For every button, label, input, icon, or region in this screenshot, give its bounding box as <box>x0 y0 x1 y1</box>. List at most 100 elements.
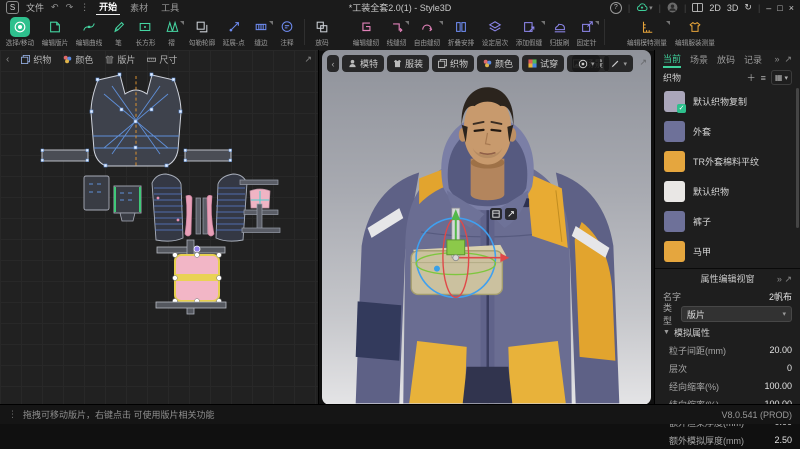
menu-tab-material[interactable]: 素材 <box>127 0 151 15</box>
tool-pen[interactable]: 笔 <box>106 16 132 48</box>
grading-icon <box>312 17 332 37</box>
fabric-icon <box>438 59 447 68</box>
menu-tab-tools[interactable]: 工具 <box>158 0 182 15</box>
list-item[interactable]: 默认织物 <box>662 178 792 204</box>
menu-tab-start[interactable]: 开始 <box>96 0 120 16</box>
tool-iron-brush[interactable]: 归拔刷 <box>546 16 573 48</box>
help-icon[interactable]: ? <box>610 2 622 14</box>
section-caret-icon[interactable]: ▼ <box>663 329 670 336</box>
scrollbar[interactable] <box>796 88 799 228</box>
collapse-viewport-icon[interactable]: ‹ <box>327 55 339 72</box>
collapse-left-icon[interactable]: ‹ <box>6 54 9 65</box>
close-button[interactable]: × <box>789 3 794 13</box>
name-value[interactable]: 2帆布 <box>769 290 792 303</box>
tool-pin[interactable]: 固定针 <box>573 16 600 48</box>
list-item[interactable]: 裤子 <box>662 208 792 234</box>
expand-right-icon[interactable]: ↗ <box>784 54 792 65</box>
tool-line-sewing[interactable]: 线缝纫 <box>383 16 410 48</box>
gizmo-button-box[interactable] <box>490 208 502 220</box>
tool-edit-sewing[interactable]: 编辑缝纫 <box>349 16 383 48</box>
tool-edit-curve[interactable]: 编辑曲线 <box>72 16 106 48</box>
tab-fabric-2d[interactable]: 织物 <box>21 53 51 66</box>
main-toolbar: 选择/移动 编辑版片 编辑曲线 笔 长方形 褶 勾勒轮廓 延展-点 缝边 注释 … <box>0 15 800 51</box>
prop-value[interactable]: 0 <box>787 363 792 373</box>
list-item[interactable]: TR外套棉料平纹 <box>662 148 792 174</box>
tool-label: 编辑版片 <box>42 38 69 48</box>
tool-label: 选择/移动 <box>6 38 34 48</box>
tool-add-baste[interactable]: 添加假缝 <box>512 16 546 48</box>
tool-grading[interactable]: 放码 <box>309 16 335 48</box>
prop-value[interactable]: 2.50 <box>774 435 792 445</box>
pleat-icon <box>162 17 182 37</box>
fabric-list: 默认织物复制 外套 TR外套棉料平纹 默认织物 裤子 马甲 <box>655 86 800 266</box>
list-item[interactable]: 默认织物复制 <box>662 88 792 114</box>
collapse-props-icon[interactable]: » <box>777 274 782 284</box>
tab-color[interactable]: 颜色 <box>477 55 519 72</box>
more-icon[interactable]: ⋮ <box>80 2 89 13</box>
tab-scene-list[interactable]: 场景 <box>690 53 708 66</box>
divider: | <box>758 3 760 13</box>
expand-viewport-icon[interactable]: ↗ <box>639 57 647 68</box>
menu-file[interactable]: 文件 <box>26 1 44 14</box>
fabric-name: 马甲 <box>693 245 711 258</box>
prop-label: 额外模拟厚度(mm) <box>669 434 744 447</box>
view-2d-button[interactable]: 2D <box>709 3 721 13</box>
viewport-3d[interactable]: ‹ 模特 服装 织物 颜色 试穿 场景 <box>322 50 651 405</box>
tab-color-2d[interactable]: 颜色 <box>63 53 93 66</box>
tool-rectangle[interactable]: 长方形 <box>132 16 159 48</box>
split-view-icon[interactable] <box>692 3 703 12</box>
prop-value[interactable]: 100.00 <box>764 381 792 391</box>
prop-value[interactable]: 20.00 <box>769 345 792 355</box>
gizmo-button-move[interactable] <box>505 208 517 220</box>
tab-garment[interactable]: 服装 <box>387 55 429 72</box>
type-select[interactable]: 版片 ▾ <box>681 306 792 322</box>
tool-fold-arrange[interactable]: 折叠安排 <box>444 16 478 48</box>
tab-fabric[interactable]: 织物 <box>432 55 474 72</box>
sync-icon[interactable]: ↻ <box>744 2 752 13</box>
tab-grading-list[interactable]: 放码 <box>717 53 735 66</box>
list-item[interactable]: 马甲 <box>662 238 792 264</box>
tool-pleat[interactable]: 褶 <box>159 16 185 48</box>
tab-size-2d[interactable]: 尺寸 <box>147 53 177 66</box>
tool-trace-outline[interactable]: 勾勒轮廓 <box>185 16 219 48</box>
add-baste-icon <box>519 17 539 37</box>
tab-history[interactable]: 记录 <box>744 53 762 66</box>
list-item[interactable]: 外套 <box>662 118 792 144</box>
tab-label: 颜色 <box>495 57 513 70</box>
list-view-icon[interactable]: ≡ <box>761 73 766 83</box>
tool-set-layer[interactable]: 设定层次 <box>478 16 512 48</box>
type-label: 类型 <box>663 301 681 327</box>
cloud-sync-icon[interactable]: ▾ <box>636 3 653 12</box>
tab-piece-2d[interactable]: 版片 <box>105 53 135 66</box>
tool-extend-point[interactable]: 延展-点 <box>219 16 248 48</box>
set-layer-icon <box>485 17 505 37</box>
tool-select-move[interactable]: 选择/移动 <box>2 16 38 48</box>
tool-free-sewing[interactable]: 自由缝纫 <box>410 16 444 48</box>
tab-current[interactable]: 当前 <box>663 52 681 68</box>
restore-button[interactable]: □ <box>777 3 782 13</box>
pattern-2d-panel[interactable]: ‹ 织物 颜色 版片 尺寸 ↗ <box>0 50 319 405</box>
tool-garment-measure[interactable]: 编辑服装测量 <box>671 16 719 48</box>
tool-seam-edge[interactable]: 缝边 <box>248 16 274 48</box>
expand-props-icon[interactable]: ↗ <box>784 274 792 284</box>
fabric-view-dropdown[interactable]: ▦▾ <box>771 70 792 85</box>
view-3d-button[interactable]: 3D <box>727 3 739 13</box>
expand-panel-icon[interactable]: ↗ <box>304 54 312 65</box>
title-bar: S 文件 ↶ ↷ ⋮ 开始 素材 工具 *工装全套2.0(1) - Style3… <box>0 0 800 15</box>
tool-model-measure[interactable]: 编辑模特测量 <box>623 16 671 48</box>
collapse-right-icon[interactable]: » <box>774 54 779 65</box>
tool-label: 延展-点 <box>223 38 245 48</box>
tab-model[interactable]: 模特 <box>342 55 384 72</box>
tool-annotate[interactable]: 注释 <box>274 16 300 48</box>
tool-edit-pattern[interactable]: 编辑版片 <box>38 16 72 48</box>
undo-icon[interactable]: ↶ <box>51 2 59 13</box>
tab-tryon[interactable]: 试穿 <box>522 55 564 72</box>
minimize-button[interactable]: – <box>766 3 771 13</box>
brush-mode-dropdown[interactable]: ▾ <box>604 55 633 72</box>
render-mode-dropdown[interactable]: ▾ <box>572 55 601 72</box>
pattern-canvas[interactable] <box>0 50 318 386</box>
add-fabric-icon[interactable]: ＋ <box>747 71 756 84</box>
redo-icon[interactable]: ↷ <box>66 2 74 13</box>
user-avatar-icon[interactable] <box>667 2 678 13</box>
fabric-name: TR外套棉料平纹 <box>693 155 759 168</box>
